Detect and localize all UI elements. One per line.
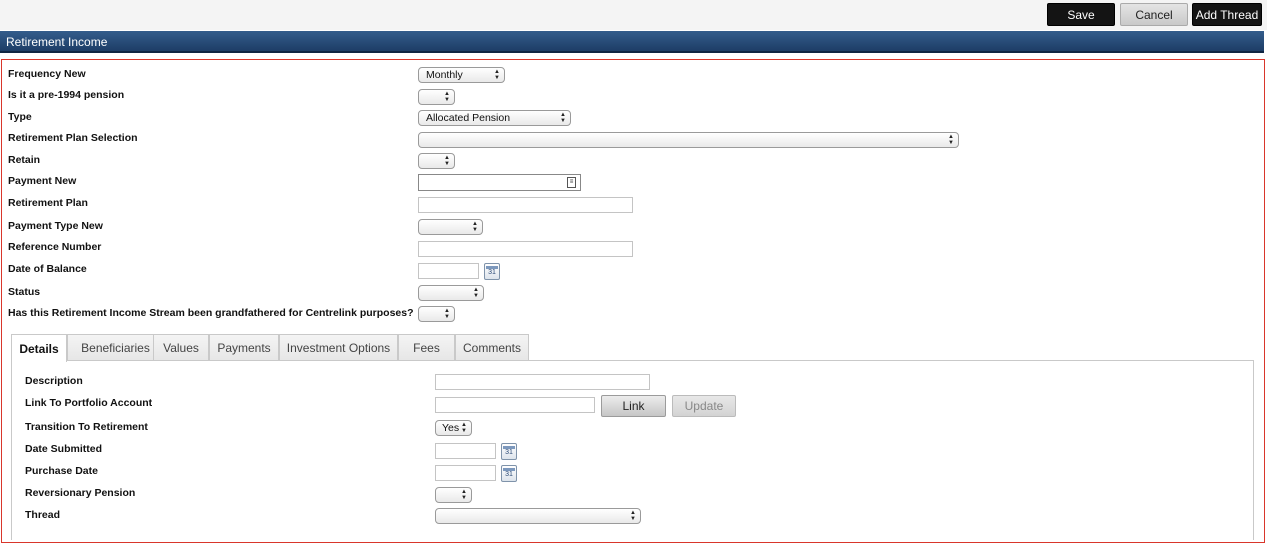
transition-select[interactable]: Yes ▲ ▼ — [435, 420, 472, 436]
date-of-balance-input[interactable] — [418, 263, 479, 279]
plan-selection-select[interactable]: ▲ ▼ — [418, 132, 959, 148]
tab-beneficiaries[interactable]: Beneficiaries — [67, 334, 164, 361]
select-arrows-icon: ▲ ▼ — [473, 287, 479, 299]
update-button[interactable]: Update — [672, 395, 736, 417]
link-portfolio-input[interactable] — [435, 397, 595, 413]
tab-payments[interactable]: Payments — [209, 334, 279, 361]
select-arrows-icon: ▲ ▼ — [560, 112, 566, 124]
frequency-new-select[interactable]: Monthly ▲ ▼ — [418, 67, 505, 83]
tab-details[interactable]: Details — [11, 334, 67, 362]
payment-type-new-label: Payment Type New — [8, 220, 103, 232]
retirement-plan-input[interactable] — [418, 197, 633, 213]
calculator-icon[interactable]: ≡ — [567, 177, 576, 188]
type-label: Type — [8, 111, 32, 123]
frequency-new-value: Monthly — [426, 69, 463, 81]
tab-comments[interactable]: Comments — [455, 334, 529, 361]
status-label: Status — [8, 286, 41, 298]
calendar-icon[interactable]: 31 — [484, 263, 500, 280]
reference-number-input[interactable] — [418, 241, 633, 257]
add-thread-button[interactable]: Add Thread — [1192, 3, 1262, 26]
top-toolbar: Save Cancel Add Thread — [0, 0, 1267, 30]
retain-label: Retain — [8, 154, 41, 166]
select-arrows-icon: ▲ ▼ — [444, 308, 450, 320]
purchase-date-label: Purchase Date — [25, 465, 98, 477]
pre-1994-label: Is it a pre-1994 pension — [8, 89, 125, 101]
date-submitted-input[interactable] — [435, 443, 496, 459]
transition-label: Transition To Retirement — [25, 421, 148, 433]
section-header: Retirement Income — [0, 31, 1264, 53]
retirement-plan-label: Retirement Plan — [8, 197, 88, 209]
retain-select[interactable]: ▲ ▼ — [418, 153, 455, 169]
tab-values[interactable]: Values — [153, 334, 209, 361]
purchase-date-input[interactable] — [435, 465, 496, 481]
cancel-button[interactable]: Cancel — [1120, 3, 1188, 26]
reversionary-select[interactable]: ▲ ▼ — [435, 487, 472, 503]
reversionary-label: Reversionary Pension — [25, 487, 136, 499]
link-portfolio-label: Link To Portfolio Account — [25, 397, 153, 409]
select-arrows-icon: ▲ ▼ — [948, 134, 954, 146]
pre-1994-select[interactable]: ▲ ▼ — [418, 89, 455, 105]
type-value: Allocated Pension — [426, 112, 511, 124]
status-select[interactable]: ▲ ▼ — [418, 285, 484, 301]
select-arrows-icon: ▲ ▼ — [444, 91, 450, 103]
description-label: Description — [25, 375, 83, 387]
save-button[interactable]: Save — [1047, 3, 1115, 26]
select-arrows-icon: ▲ ▼ — [444, 155, 450, 167]
plan-selection-label: Retirement Plan Selection — [8, 132, 138, 144]
select-arrows-icon: ▲ ▼ — [494, 69, 500, 81]
tab-fees[interactable]: Fees — [398, 334, 455, 361]
grandfathered-label: Has this Retirement Income Stream been g… — [8, 307, 414, 319]
calendar-icon[interactable]: 31 — [501, 443, 517, 460]
select-arrows-icon: ▲ ▼ — [472, 221, 478, 233]
payment-new-input[interactable]: ≡ — [418, 174, 581, 191]
calendar-icon[interactable]: 31 — [501, 465, 517, 482]
thread-select[interactable]: ▲ ▼ — [435, 508, 641, 524]
payment-new-label: Payment New — [8, 175, 77, 187]
tab-investment-options[interactable]: Investment Options — [279, 334, 398, 361]
reference-number-label: Reference Number — [8, 241, 102, 253]
select-arrows-icon: ▲ ▼ — [630, 510, 636, 522]
link-button[interactable]: Link — [601, 395, 666, 417]
payment-type-new-select[interactable]: ▲ ▼ — [418, 219, 483, 235]
frequency-new-label: Frequency New — [8, 68, 86, 80]
description-input[interactable] — [435, 374, 650, 390]
date-submitted-label: Date Submitted — [25, 443, 103, 455]
thread-label: Thread — [25, 509, 61, 521]
grandfathered-select[interactable]: ▲ ▼ — [418, 306, 455, 322]
select-arrows-icon: ▲ ▼ — [461, 422, 467, 434]
select-arrows-icon: ▲ ▼ — [461, 489, 467, 501]
type-select[interactable]: Allocated Pension ▲ ▼ — [418, 110, 571, 126]
transition-value: Yes — [442, 422, 460, 434]
date-of-balance-label: Date of Balance — [8, 263, 87, 275]
